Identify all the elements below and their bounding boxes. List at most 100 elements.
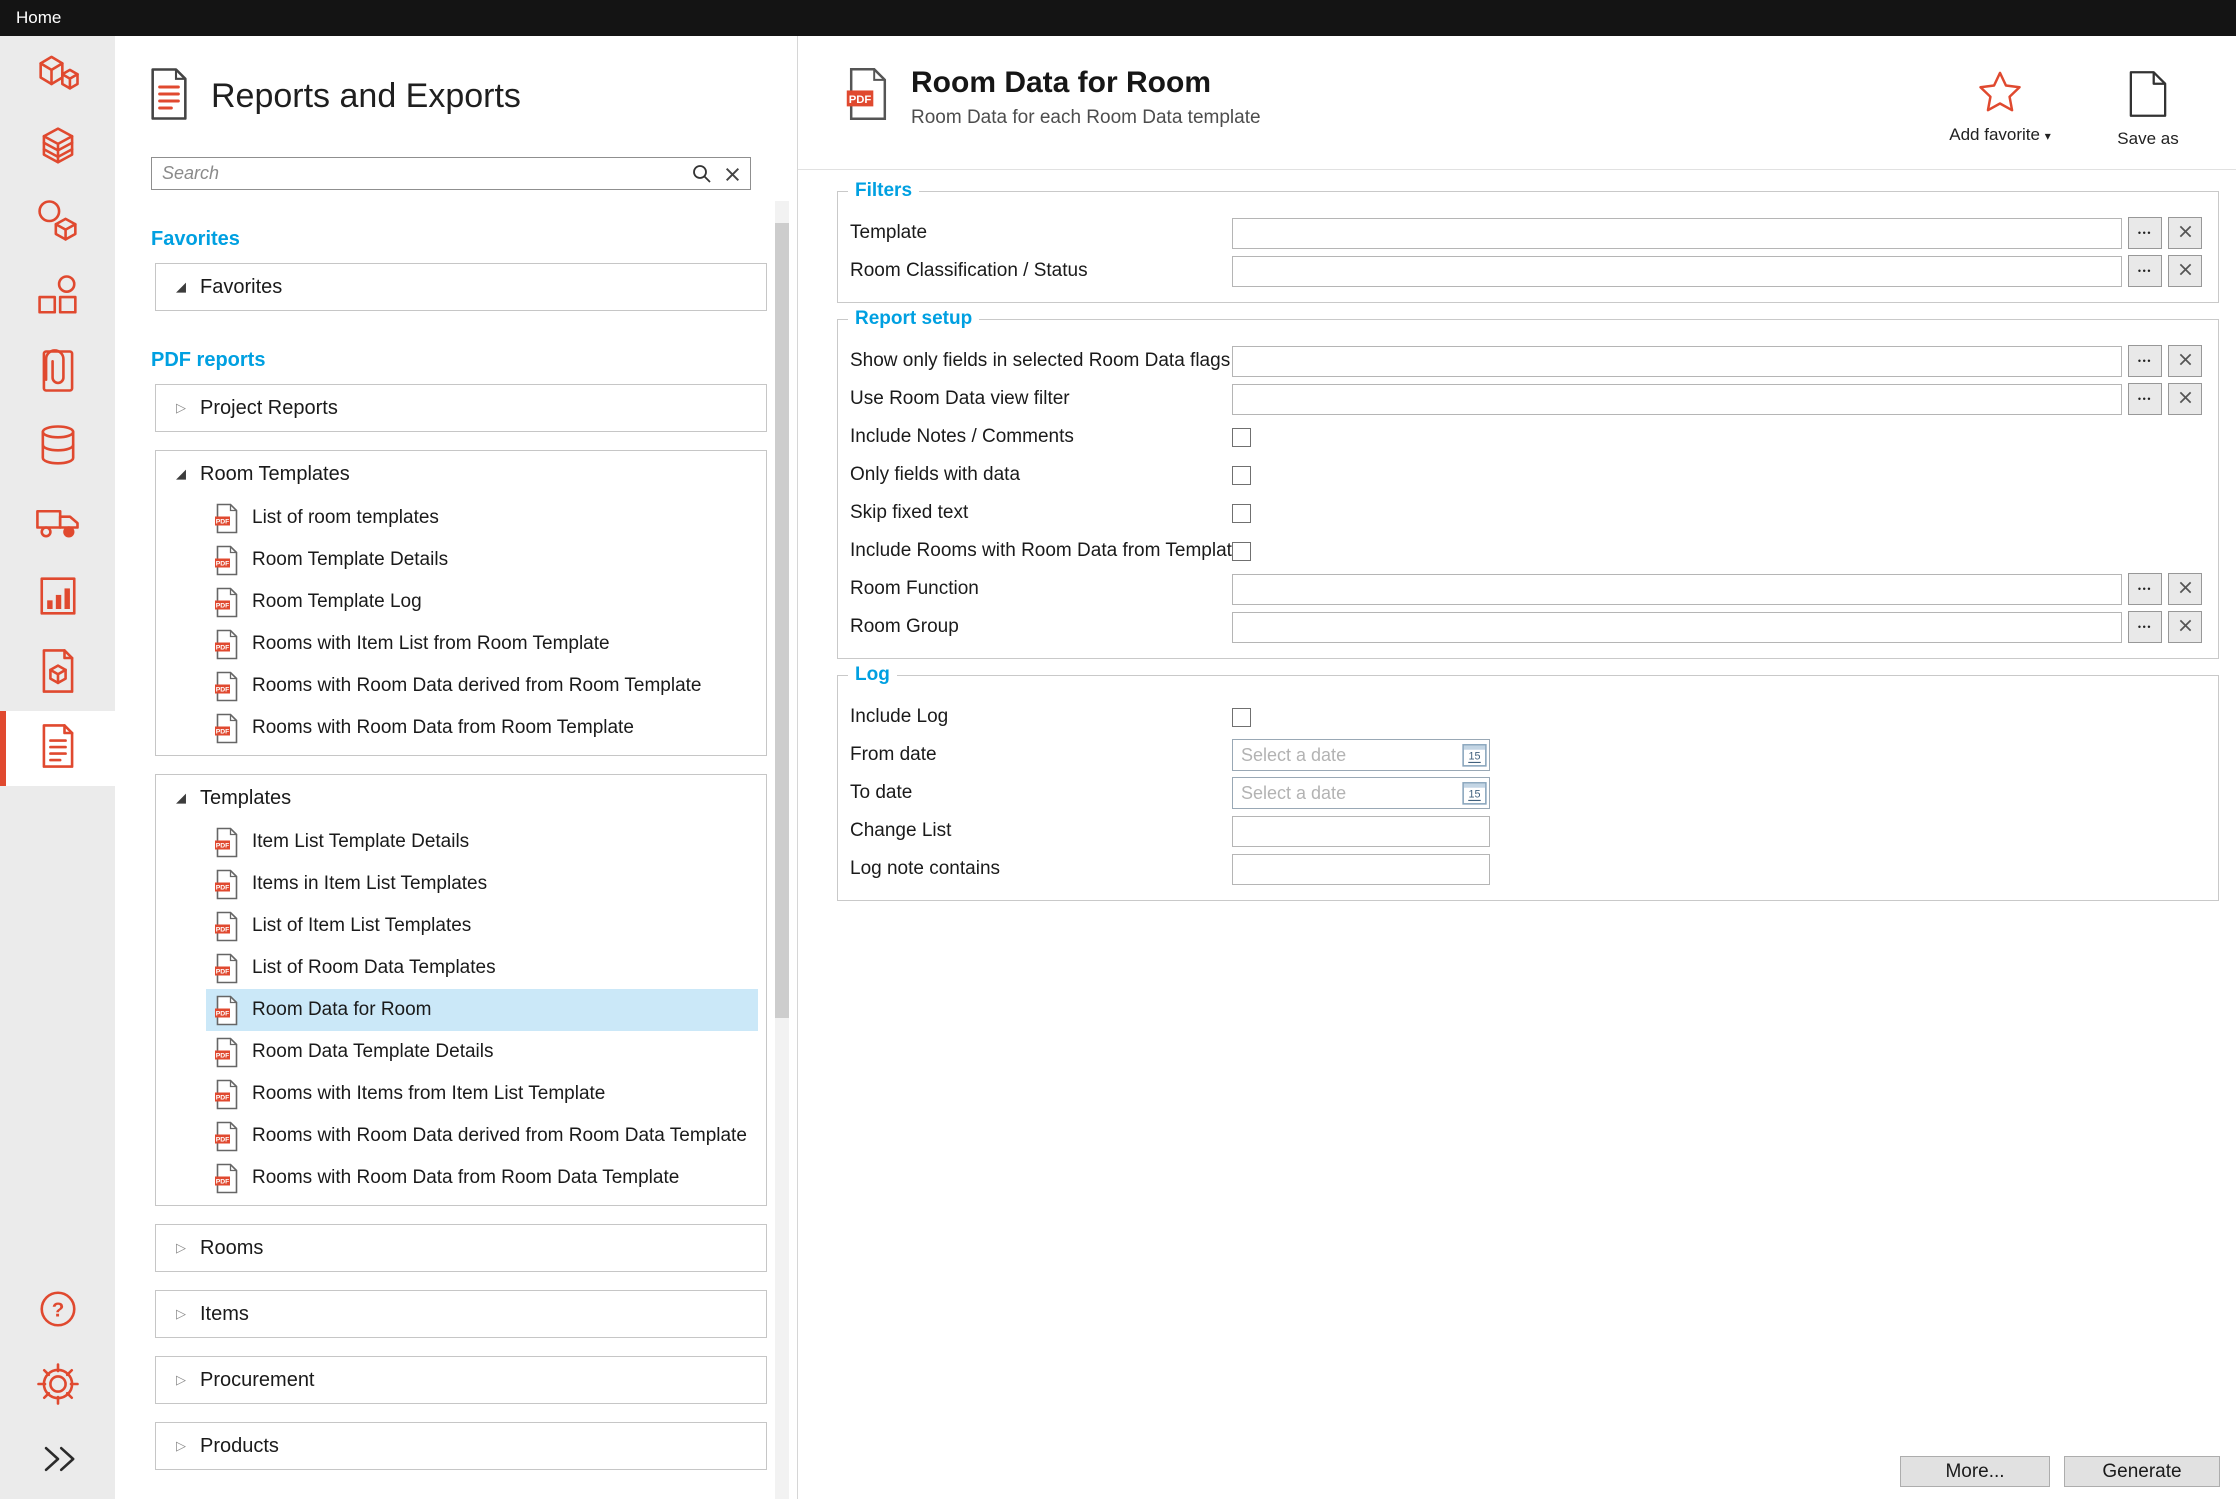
checkbox[interactable] bbox=[1232, 428, 1251, 447]
date-input[interactable] bbox=[1232, 739, 1490, 771]
ellipsis-button[interactable]: ••• bbox=[2128, 383, 2162, 415]
group-header-room-templates[interactable]: ◢Room Templates bbox=[156, 451, 766, 497]
ellipsis-button[interactable]: ••• bbox=[2128, 345, 2162, 377]
tree-item-rooms-with-room-data-from-room-template[interactable]: PDFRooms with Room Data from Room Templa… bbox=[206, 707, 758, 749]
sidebar-item-calculations[interactable] bbox=[0, 561, 115, 636]
sidebar-bottom: ? bbox=[0, 1274, 115, 1499]
svg-text:PDF: PDF bbox=[216, 884, 230, 891]
checkbox[interactable] bbox=[1232, 504, 1251, 523]
tree-item-rooms-with-item-list-from-room-template[interactable]: PDFRooms with Item List from Room Templa… bbox=[206, 623, 758, 665]
group-header-rooms[interactable]: ▷Rooms bbox=[156, 1225, 766, 1271]
tree-item-room-data-template-details[interactable]: PDFRoom Data Template Details bbox=[206, 1031, 758, 1073]
pdf-icon: PDF bbox=[214, 1037, 240, 1068]
sidebar-item-shapes[interactable] bbox=[0, 186, 115, 261]
tree-item-label: Rooms with Item List from Room Template bbox=[252, 633, 610, 655]
text-input[interactable] bbox=[1232, 854, 1490, 885]
text-input[interactable] bbox=[1232, 816, 1490, 847]
form-row-change-list: Change List bbox=[850, 812, 2202, 850]
group-label: Favorites bbox=[200, 276, 282, 299]
checkbox[interactable] bbox=[1232, 708, 1251, 727]
sidebar-item-settings[interactable] bbox=[0, 1349, 115, 1424]
generate-button[interactable]: Generate bbox=[2064, 1456, 2220, 1487]
group-header-project-reports[interactable]: ▷Project Reports bbox=[156, 385, 766, 431]
clear-button[interactable] bbox=[2168, 383, 2202, 415]
add-favorite-button[interactable]: Add favorite ▾ bbox=[1948, 70, 2052, 146]
tree-item-rooms-with-room-data-derived-from-room-data-template[interactable]: PDFRooms with Room Data derived from Roo… bbox=[206, 1115, 758, 1157]
clear-search-icon[interactable] bbox=[719, 161, 745, 187]
caret-down-icon: ▾ bbox=[2045, 129, 2051, 143]
pdf-icon: PDF bbox=[214, 671, 240, 702]
tree-item-room-data-for-room[interactable]: PDFRoom Data for Room bbox=[206, 989, 758, 1031]
date-input[interactable] bbox=[1232, 777, 1490, 809]
home-menu[interactable]: Home bbox=[16, 8, 61, 28]
form-row-skip-fixed-text: Skip fixed text bbox=[850, 494, 2202, 532]
group-header-products[interactable]: ▷Products bbox=[156, 1423, 766, 1469]
clear-button[interactable] bbox=[2168, 217, 2202, 249]
tree-item-list-of-item-list-templates[interactable]: PDFList of Item List Templates bbox=[206, 905, 758, 947]
tree-item-room-template-log[interactable]: PDFRoom Template Log bbox=[206, 581, 758, 623]
sidebar-item-help[interactable]: ? bbox=[0, 1274, 115, 1349]
group-header-procurement[interactable]: ▷Procurement bbox=[156, 1357, 766, 1403]
group-header-items[interactable]: ▷Items bbox=[156, 1291, 766, 1337]
tree-item-rooms-with-items-from-item-list-template[interactable]: PDFRooms with Items from Item List Templ… bbox=[206, 1073, 758, 1115]
report-tree: Favorites◢FavoritesPDF reports▷Project R… bbox=[115, 228, 797, 1470]
field-control: ••• bbox=[1232, 255, 2202, 287]
tree-item-list-of-room-templates[interactable]: PDFList of room templates bbox=[206, 497, 758, 539]
add-favorite-label: Add favorite bbox=[1949, 125, 2040, 144]
clear-button[interactable] bbox=[2168, 611, 2202, 643]
sidebar-item-database[interactable] bbox=[0, 411, 115, 486]
tree-item-list-of-room-data-templates[interactable]: PDFList of Room Data Templates bbox=[206, 947, 758, 989]
search-input[interactable] bbox=[151, 157, 751, 190]
group-header-templates[interactable]: ◢Templates bbox=[156, 775, 766, 821]
lookup-input[interactable] bbox=[1232, 218, 2122, 249]
lookup-input[interactable] bbox=[1232, 574, 2122, 605]
lookup-input[interactable] bbox=[1232, 612, 2122, 643]
tree-item-rooms-with-room-data-derived-from-room-template[interactable]: PDFRooms with Room Data derived from Roo… bbox=[206, 665, 758, 707]
sidebar-item-floors[interactable] bbox=[0, 111, 115, 186]
sidebar-item-items[interactable] bbox=[0, 261, 115, 336]
form-row-show-only-fields-in-selected-room-data-flags: Show only fields in selected Room Data f… bbox=[850, 342, 2202, 380]
tree-item-item-list-template-details[interactable]: PDFItem List Template Details bbox=[206, 821, 758, 863]
sidebar-item-products[interactable] bbox=[0, 636, 115, 711]
ellipsis-icon: ••• bbox=[2138, 584, 2152, 594]
scrollbar-thumb[interactable] bbox=[775, 223, 789, 1018]
ellipsis-button[interactable]: ••• bbox=[2128, 611, 2162, 643]
sidebar-item-buildings[interactable] bbox=[0, 36, 115, 111]
sidebar-item-attachments[interactable] bbox=[0, 336, 115, 411]
checkbox[interactable] bbox=[1232, 466, 1251, 485]
ellipsis-button[interactable]: ••• bbox=[2128, 217, 2162, 249]
sidebar-item-reports[interactable] bbox=[0, 711, 115, 786]
calendar-icon[interactable]: 15 bbox=[1462, 780, 1487, 805]
lookup-input[interactable] bbox=[1232, 346, 2122, 377]
tree-item-room-template-details[interactable]: PDFRoom Template Details bbox=[206, 539, 758, 581]
form-row-room-function: Room Function••• bbox=[850, 570, 2202, 608]
svg-text:PDF: PDF bbox=[216, 1010, 230, 1017]
clear-button[interactable] bbox=[2168, 345, 2202, 377]
ellipsis-button[interactable]: ••• bbox=[2128, 255, 2162, 287]
ellipsis-button[interactable]: ••• bbox=[2128, 573, 2162, 605]
tree-item-items-in-item-list-templates[interactable]: PDFItems in Item List Templates bbox=[206, 863, 758, 905]
form-row-from-date: From date 15 bbox=[850, 736, 2202, 774]
field-label: Skip fixed text bbox=[850, 502, 1232, 524]
clear-button[interactable] bbox=[2168, 573, 2202, 605]
calendar-icon[interactable]: 15 bbox=[1462, 742, 1487, 767]
field-control bbox=[1232, 466, 2202, 485]
sidebar-item-logistics[interactable] bbox=[0, 486, 115, 561]
more-button[interactable]: More... bbox=[1900, 1456, 2050, 1487]
lookup-input[interactable] bbox=[1232, 256, 2122, 287]
section-filters: FiltersTemplate•••Room Classification / … bbox=[837, 191, 2219, 303]
ellipsis-icon: ••• bbox=[2138, 394, 2152, 404]
sidebar-item-collapse[interactable] bbox=[0, 1424, 115, 1499]
scrollbar-track[interactable] bbox=[775, 201, 789, 1499]
save-as-button[interactable]: Save as bbox=[2096, 70, 2200, 150]
search-icon[interactable] bbox=[689, 161, 715, 187]
field-label: Include Rooms with Room Data from Templa… bbox=[850, 540, 1232, 562]
collapse-icon bbox=[32, 1433, 84, 1490]
clear-button[interactable] bbox=[2168, 255, 2202, 287]
lookup-input[interactable] bbox=[1232, 384, 2122, 415]
group-header-favorites[interactable]: ◢Favorites bbox=[156, 264, 766, 310]
checkbox[interactable] bbox=[1232, 542, 1251, 561]
field-label: From date bbox=[850, 744, 1232, 766]
tree-item-rooms-with-room-data-from-room-data-template[interactable]: PDFRooms with Room Data from Room Data T… bbox=[206, 1157, 758, 1199]
pdf-report-icon: PDF bbox=[845, 66, 891, 127]
